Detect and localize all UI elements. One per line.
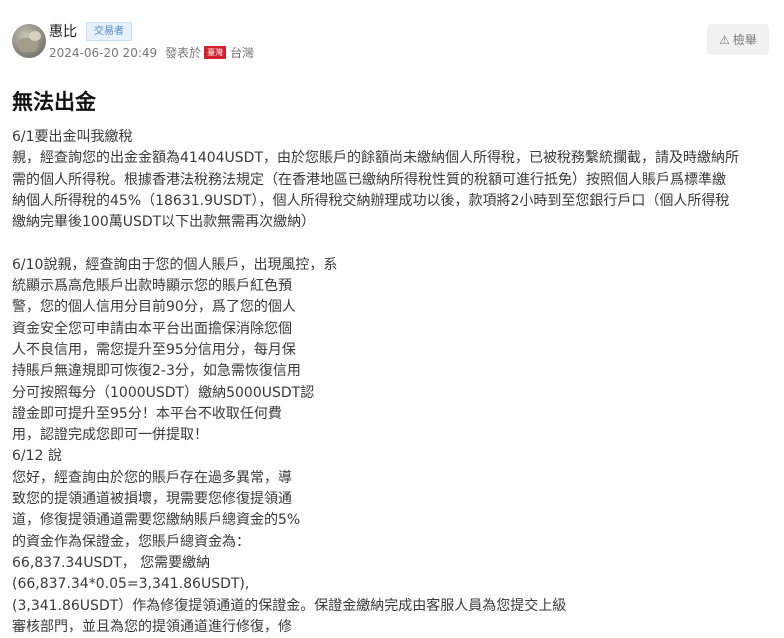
body-line: 親，經查詢您的出金金額為41404USDT，由於您賬戶的餘額尚未繳納個人所得稅，… — [12, 150, 739, 167]
body-line: 繳納完畢後100萬USDT以下出款無需再次繳納） — [12, 214, 316, 231]
body-line: 66,837.34USDT， 您需要繳納 — [12, 554, 211, 571]
body-line: 資金安全您可申請由本平台出面擔保消除您個 — [12, 320, 292, 337]
body-line: 持賬戶無違規即可恢復2-3分，如急需恢復信用 — [12, 363, 301, 380]
body-line: 6/1要出金叫我繳稅 — [12, 129, 133, 145]
body-line: 6/10說親，經查詢由于您的個人賬戶，出現風控，系 — [12, 256, 338, 273]
author-name[interactable]: 惠比 — [49, 21, 77, 41]
post-location: 台灣 — [230, 46, 255, 60]
warning-icon: ⚠ — [719, 32, 730, 47]
post-title: 無法出金 — [12, 90, 96, 114]
body-line: 人不良信用，需您提升至95分信用分，每月保 — [12, 341, 296, 358]
body-line: 的資金作為保證金，您賬戶總資金為： — [12, 533, 250, 550]
body-line: (66,837.34*0.05=3,341.86USDT), — [12, 576, 250, 593]
body-line: 道，修復提領通道需要您繳納賬戶總資金的5% — [12, 512, 301, 529]
post-time: 2024-06-20 20:49 — [49, 45, 158, 60]
post-meta: 2024-06-20 20:49 發表於 臺灣 台灣 — [49, 44, 254, 61]
body-line: 6/12 說 — [12, 448, 62, 465]
body-line: 致您的提領通道被損壞，現需要您修復提領通 — [12, 491, 292, 508]
body-line: 審核部門，並且為您的提領通道進行修復，修 — [12, 618, 292, 635]
user-role-badge: 交易者 — [86, 22, 132, 41]
body-line: 警，您的個人信用分目前90分，爲了您的個人 — [12, 299, 296, 316]
post-body: 6/1要出金叫我繳稅 親，經查詢您的出金金額為41404USDT，由於您賬戶的餘… — [12, 127, 772, 638]
report-label: 檢舉 — [732, 33, 757, 47]
avatar-shape — [29, 31, 41, 41]
body-line: 證金即可提升至95分！本平台不收取任何費 — [12, 405, 282, 422]
taiwan-flag-icon: 臺灣 — [204, 46, 227, 59]
body-line: 納個人所得稅的45%（18631.9USDT），個人所得稅交納辦理成功以後，款項… — [12, 192, 730, 209]
body-line: 需的個人所得稅。根據香港法稅務法規定（在香港地區已繳納所得稅性質的稅額可進行抵免… — [12, 171, 726, 188]
report-button[interactable]: ⚠ 檢舉 — [707, 24, 769, 55]
body-line: (3,341.86USDT）作為修復提領通道的保證金。保證金繳納完成由客服人員為… — [12, 597, 567, 614]
body-line: 用，認證完成您即可一併提取！ — [12, 427, 208, 444]
body-line: 分可按照每分（1000USDT）繳納5000USDT認 — [12, 384, 315, 401]
posted-from-label: 發表於 — [165, 46, 202, 60]
body-line: 您好，經查詢由於您的賬戶存在過多異常，導 — [12, 469, 292, 486]
avatar[interactable] — [12, 24, 46, 58]
body-line: 統顯示爲高危賬戶出款時顯示您的賬戶紅色預 — [12, 278, 292, 295]
